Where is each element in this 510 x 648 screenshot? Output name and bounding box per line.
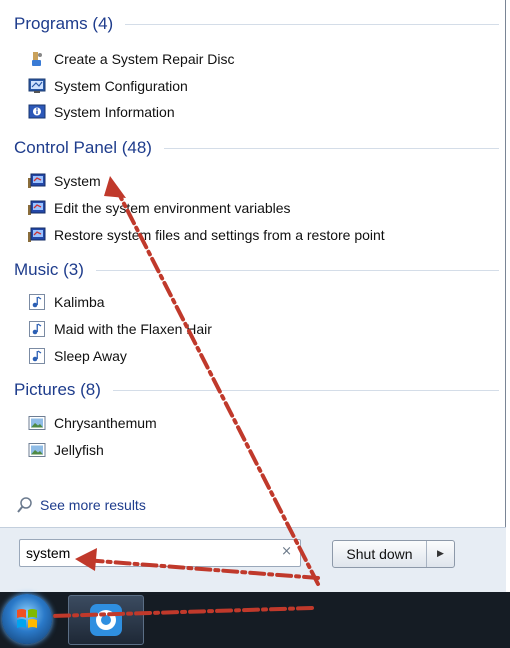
item-label: Maid with the Flaxen Hair [54, 321, 212, 337]
header-divider [163, 147, 499, 149]
music-title: Music (3) [14, 260, 84, 279]
music-note-icon [28, 320, 46, 338]
pictures-title: Pictures (8) [14, 380, 101, 399]
taskbar-app-button[interactable] [68, 595, 144, 645]
item-label: Jellyfish [54, 442, 104, 458]
item-label: System [54, 173, 101, 189]
control-panel-item-environment-variables[interactable]: Edit the system environment variables [28, 196, 291, 220]
see-more-label: See more results [40, 497, 146, 513]
music-item-maid-with-the-flaxen-hair[interactable]: Maid with the Flaxen Hair [28, 317, 212, 341]
control-panel-item-restore-point[interactable]: Restore system files and settings from a… [28, 223, 385, 247]
shut-down-button[interactable]: Shut down ▶ [332, 540, 455, 568]
see-more-results-link[interactable]: See more results [16, 494, 146, 516]
picture-icon [28, 414, 46, 432]
search-icon [16, 496, 34, 514]
system-config-icon [28, 77, 46, 95]
control-panel-icon [28, 172, 46, 190]
control-panel-title: Control Panel (48) [14, 138, 152, 157]
music-note-icon [28, 347, 46, 365]
control-panel-header[interactable]: Control Panel (48) [14, 136, 499, 160]
item-label: Create a System Repair Disc [54, 51, 235, 67]
windows-logo-icon [17, 609, 37, 628]
control-panel-icon [28, 226, 46, 244]
system-info-icon [28, 103, 46, 121]
pictures-header[interactable]: Pictures (8) [14, 378, 499, 402]
pictures-item-chrysanthemum[interactable]: Chrysanthemum [28, 411, 157, 435]
picture-icon [28, 441, 46, 459]
search-input[interactable] [26, 544, 266, 562]
start-menu: Programs (4) Create a System Repair Disc… [0, 0, 506, 592]
repair-disc-icon [28, 50, 46, 68]
header-divider [95, 269, 499, 271]
program-item-system-configuration[interactable]: System Configuration [28, 74, 188, 98]
header-divider [112, 389, 499, 391]
pictures-item-jellyfish[interactable]: Jellyfish [28, 438, 104, 462]
control-panel-icon [28, 199, 46, 217]
search-box[interactable]: × [19, 539, 301, 567]
item-label: Chrysanthemum [54, 415, 157, 431]
item-label: System Configuration [54, 78, 188, 94]
programs-title: Programs (4) [14, 14, 114, 33]
app-icon [90, 604, 122, 636]
music-header[interactable]: Music (3) [14, 258, 499, 282]
shut-down-label[interactable]: Shut down [333, 541, 427, 567]
item-label: Sleep Away [54, 348, 127, 364]
music-note-icon [28, 293, 46, 311]
start-button[interactable] [2, 594, 52, 644]
program-item-repair-disc[interactable]: Create a System Repair Disc [28, 47, 235, 71]
item-label: System Information [54, 104, 175, 120]
music-item-sleep-away[interactable]: Sleep Away [28, 344, 127, 368]
item-label: Restore system files and settings from a… [54, 227, 385, 243]
item-label: Edit the system environment variables [54, 200, 291, 216]
control-panel-item-system[interactable]: System [28, 169, 101, 193]
item-label: Kalimba [54, 294, 105, 310]
program-item-system-information[interactable]: System Information [28, 100, 175, 124]
music-item-kalimba[interactable]: Kalimba [28, 290, 105, 314]
clear-search-icon[interactable]: × [281, 544, 292, 559]
shut-down-options-arrow-icon[interactable]: ▶ [427, 541, 454, 567]
programs-header[interactable]: Programs (4) [14, 12, 499, 36]
header-divider [125, 23, 499, 25]
